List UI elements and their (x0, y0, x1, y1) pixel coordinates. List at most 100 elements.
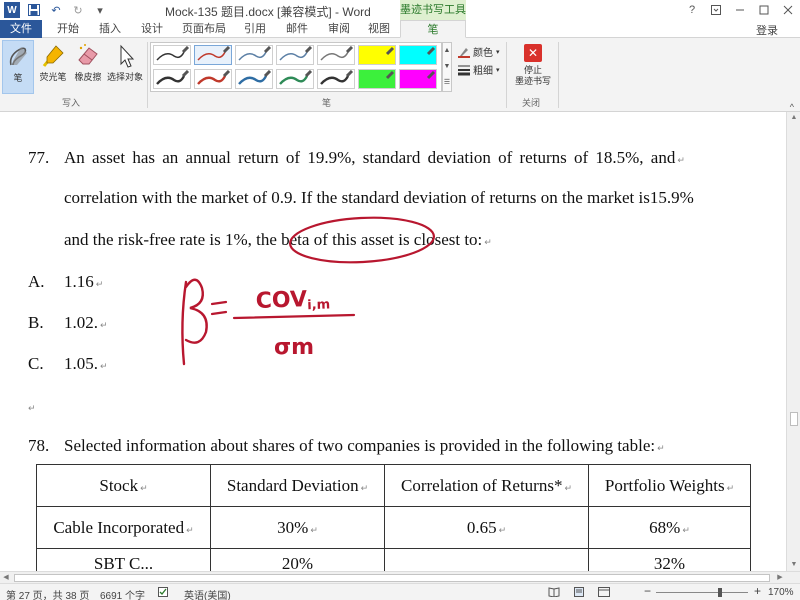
pen-gallery (150, 42, 442, 92)
chevron-down-icon: ▾ (496, 66, 500, 74)
language-indicator[interactable]: 英语(美国) (184, 587, 231, 600)
tab-view[interactable]: 视图 (362, 20, 396, 38)
table-header-cell: Portfolio Weights ↵ (588, 464, 751, 507)
pens-group-label: 笔 (322, 98, 332, 108)
table-cell: SBT C... (36, 548, 211, 571)
stop-inking-label-2: 墨迹书写 (514, 76, 551, 86)
scroll-up-icon[interactable]: ▲ (787, 112, 800, 124)
highlighter-swatch[interactable] (358, 69, 396, 89)
document-page[interactable]: 77. An asset has an annual return of 19.… (0, 112, 786, 571)
select-objects-button[interactable]: 选择对象 (106, 40, 144, 94)
paragraph-mark: ↵ (28, 404, 36, 414)
highlighter-swatch[interactable] (399, 45, 437, 65)
customize-icon[interactable]: ▾ (92, 2, 108, 18)
pen-swatch[interactable] (276, 69, 314, 89)
ink-tools-context-label: 墨迹书写工具 (400, 0, 466, 20)
pen-icon (9, 47, 27, 66)
collapse-ribbon-icon[interactable]: ^ (790, 102, 794, 112)
table-cell: 68% ↵ (588, 506, 751, 549)
proofing-icon[interactable] (158, 587, 170, 600)
close-icon[interactable] (776, 0, 800, 20)
tab-page-layout[interactable]: 页面布局 (178, 20, 230, 38)
thickness-button[interactable]: 粗细 ▾ (458, 62, 500, 77)
read-mode-icon[interactable] (548, 587, 560, 600)
zoom-out-button[interactable]: − (644, 584, 651, 598)
tab-file[interactable]: 文件 (0, 20, 42, 38)
zoom-in-button[interactable]: + (754, 584, 761, 598)
pen-color-icon (458, 47, 470, 58)
tab-design[interactable]: 设计 (134, 20, 170, 38)
redo-icon[interactable]: ↻ (70, 2, 86, 18)
table-cell: 32% (588, 548, 751, 571)
tab-review[interactable]: 审阅 (322, 20, 356, 38)
sign-in-link[interactable]: 登录 (756, 22, 778, 38)
zoom-slider-thumb[interactable] (718, 588, 723, 597)
table-cell (384, 548, 589, 571)
chevron-down-icon[interactable]: ▼ (443, 59, 451, 75)
eraser-tool-button[interactable]: 橡皮擦 (70, 40, 106, 94)
save-icon[interactable] (26, 2, 42, 18)
pen-tool-label: 笔 (13, 73, 23, 83)
pen-swatch[interactable] (153, 69, 191, 89)
zoom-slider[interactable] (656, 588, 748, 597)
tab-insert[interactable]: 插入 (92, 20, 128, 38)
window-controls: ? (680, 0, 800, 20)
pen-tool-button[interactable]: 笔 (2, 40, 34, 94)
minimize-icon[interactable] (728, 0, 752, 20)
zoom-level[interactable]: 170% (768, 587, 794, 598)
stop-inking-button[interactable]: ✕ 停止 墨迹书写 (512, 42, 554, 94)
pen-swatch[interactable] (317, 45, 355, 65)
tab-pens[interactable]: 笔 (400, 20, 466, 38)
web-layout-icon[interactable] (598, 587, 610, 600)
ink-numerator-sub: i,m (307, 297, 330, 313)
word-count[interactable]: 6691 个字 (100, 587, 145, 600)
table-header-cell: Stock ↵ (36, 464, 211, 507)
vertical-scroll-thumb[interactable] (790, 412, 798, 426)
gallery-more-icon[interactable]: ☰ (443, 75, 451, 91)
help-icon[interactable]: ? (680, 0, 704, 20)
table-cell: 0.65 ↵ (384, 506, 589, 549)
pen-swatch[interactable] (235, 45, 273, 65)
tab-mailings[interactable]: 邮件 (280, 20, 314, 38)
select-objects-label: 选择对象 (106, 72, 143, 82)
pen-swatch[interactable] (317, 69, 355, 89)
color-label: 颜色 (473, 48, 493, 59)
highlighter-tool-button[interactable]: 荧光笔 (36, 40, 70, 94)
chevron-up-icon[interactable]: ▲ (443, 43, 451, 59)
horizontal-scrollbar[interactable]: ◀ ▶ (0, 571, 800, 583)
stop-inking-label-1: 停止 (523, 65, 542, 75)
ink-numerator-cov: COV (255, 287, 307, 314)
pen-swatch[interactable] (153, 45, 191, 65)
highlighter-swatch[interactable] (358, 45, 396, 65)
highlighter-tool-label: 荧光笔 (39, 72, 67, 82)
highlighter-swatch[interactable] (399, 69, 437, 89)
eraser-tool-label: 橡皮擦 (74, 72, 102, 82)
option-c-letter: C. (28, 354, 44, 373)
print-layout-icon[interactable] (574, 587, 584, 600)
maximize-icon[interactable] (752, 0, 776, 20)
pen-swatch[interactable] (235, 69, 273, 89)
question-78-line-1: Selected information about shares of two… (64, 436, 665, 455)
undo-icon[interactable]: ↶ (48, 2, 64, 18)
color-button[interactable]: 颜色 ▾ (458, 44, 500, 59)
gallery-scroll[interactable]: ▲ ▼ ☰ (442, 42, 452, 92)
pen-swatch[interactable] (276, 45, 314, 65)
chevron-down-icon: ▾ (496, 48, 500, 56)
tab-home[interactable]: 开始 (50, 20, 86, 38)
page-count[interactable]: 第 27 页，共 38 页 (6, 587, 89, 600)
table-header-cell: Correlation of Returns* ↵ (384, 464, 589, 507)
word-icon[interactable]: W (4, 2, 20, 18)
table-row: SBT C... 20% 32% (36, 548, 751, 571)
close-group-label: 关闭 (522, 98, 541, 108)
table-cell: Cable Incorporated ↵ (36, 506, 211, 549)
pen-swatch-selected[interactable] (194, 45, 232, 65)
horizontal-scroll-thumb[interactable] (14, 574, 770, 582)
option-c-text: 1.05. ↵ (64, 354, 108, 373)
group-separator (506, 42, 507, 108)
tab-references[interactable]: 引用 (238, 20, 272, 38)
scroll-down-icon[interactable]: ▼ (787, 559, 800, 571)
vertical-scrollbar[interactable]: ▲ ▼ (786, 112, 800, 571)
pen-swatch[interactable] (194, 69, 232, 89)
question-77-line-3: and the risk-free rate is 1%, the beta o… (64, 230, 492, 249)
ribbon-display-icon[interactable] (704, 0, 728, 20)
